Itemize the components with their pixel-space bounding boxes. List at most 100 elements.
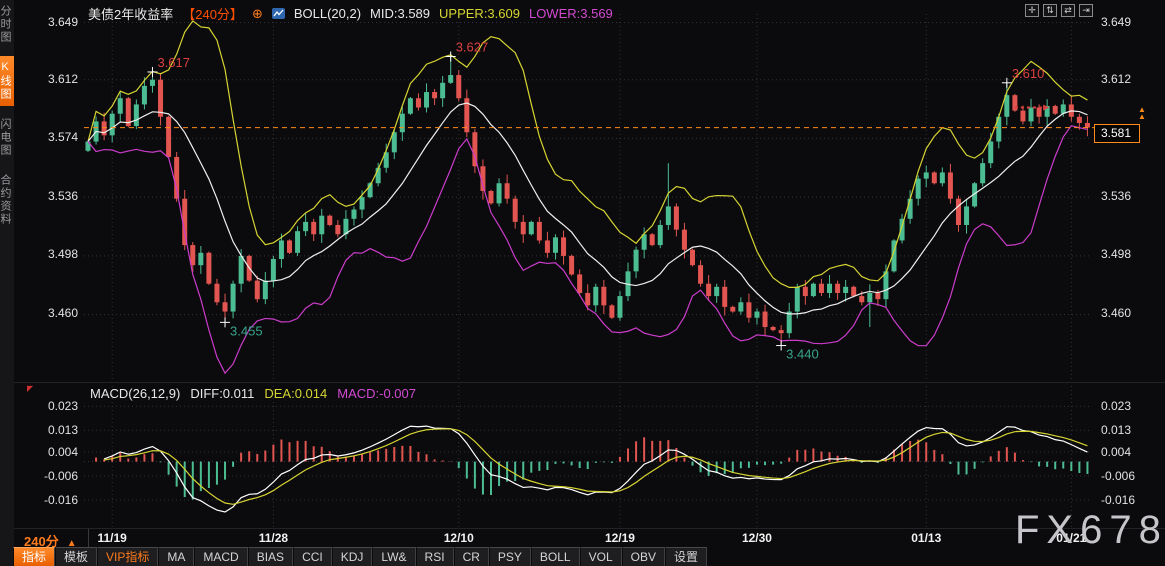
macd-axis-label: 0.013 — [1101, 423, 1161, 437]
boll-upper-line — [88, 21, 1087, 287]
extreme-price-label: 3.627 — [456, 40, 489, 55]
candle — [456, 75, 461, 98]
candle — [674, 206, 679, 229]
panel-divider[interactable] — [14, 382, 1165, 383]
candle — [811, 284, 816, 296]
macd-diff-value: DIFF:0.011 — [190, 386, 254, 401]
price-axis-label: 3.498 — [30, 247, 78, 261]
scale-x-axis-icon[interactable]: ⇄ — [1061, 4, 1075, 17]
toolbar-item-vip-indicator[interactable]: VIP指标 — [97, 547, 158, 566]
candle — [908, 199, 913, 219]
candle — [956, 199, 961, 225]
candle — [255, 281, 260, 300]
candle — [166, 117, 171, 157]
kline-app-window: 11/1911/2812/1012/1912/3001/1301/213.617… — [0, 0, 1165, 566]
chart-type-sidebar: 分时图 K线图 闪电图 合约资料 — [0, 0, 14, 566]
candle — [351, 210, 356, 219]
candle — [1020, 111, 1025, 122]
boll-lower-value: LOWER:3.569 — [529, 6, 613, 21]
boll-mid-line — [88, 103, 1087, 314]
scale-y-axis-icon[interactable]: ⇅ — [1043, 4, 1057, 17]
toolbar-item-kdj[interactable]: KDJ — [332, 547, 373, 566]
toolbar-item-psy[interactable]: PSY — [489, 547, 531, 566]
add-indicator-icon[interactable]: ⊕ — [252, 6, 263, 22]
panel-resize-handle-icon[interactable]: ◤ — [27, 384, 33, 393]
price-axis-label: 3.612 — [30, 72, 78, 86]
candle — [859, 296, 864, 302]
candle — [416, 98, 421, 107]
toolbar-item-cci[interactable]: CCI — [293, 547, 332, 566]
candle — [924, 172, 929, 178]
candle — [142, 86, 147, 105]
candle — [650, 234, 655, 245]
candle — [174, 157, 179, 199]
candle — [948, 172, 953, 198]
candle — [771, 327, 776, 330]
macd-panel — [88, 426, 1087, 512]
candle — [335, 225, 340, 234]
sidebar-item-lightning[interactable]: 闪电图 — [0, 113, 14, 162]
candle — [198, 253, 203, 265]
candle — [738, 302, 743, 311]
candle — [827, 284, 832, 293]
candle — [545, 240, 550, 252]
toolbar-item-lw[interactable]: LW& — [372, 547, 415, 566]
candle — [553, 237, 558, 252]
toolbar-item-boll[interactable]: BOLL — [531, 547, 580, 566]
candle — [609, 305, 614, 317]
candle — [287, 240, 292, 252]
toolbar-item-rsi[interactable]: RSI — [416, 547, 454, 566]
candle — [295, 231, 300, 253]
candle — [1077, 117, 1082, 123]
toolbar-item-bias[interactable]: BIAS — [248, 547, 293, 566]
candle — [666, 206, 671, 225]
candle — [714, 287, 719, 296]
candle — [803, 287, 808, 296]
toolbar-item-ma[interactable]: MA — [158, 547, 194, 566]
candle — [601, 287, 606, 306]
toolbar-item-settings[interactable]: 设置 — [665, 547, 707, 566]
boll-indicator-label: BOLL(20,2) — [294, 6, 361, 21]
macd-axis-label: 0.004 — [30, 445, 78, 459]
extreme-price-label: 3.617 — [157, 55, 190, 70]
candle — [150, 80, 155, 86]
candle — [875, 293, 880, 299]
candle — [303, 222, 308, 231]
candle — [980, 163, 985, 183]
candle — [110, 114, 115, 136]
chart-tool-buttons: ✛ ⇅ ⇄ ⇥ — [1025, 4, 1093, 17]
indicator-toolbar: 指标 模板 VIP指标 MA MACD BIAS CCI KDJ LW& RSI… — [13, 547, 707, 566]
current-price-badge: 3.581 — [1094, 124, 1140, 143]
candlestick-chart-canvas[interactable]: 11/1911/2812/1012/1912/3001/1301/213.617… — [0, 0, 1165, 566]
macd-axis-label: -0.016 — [1101, 493, 1161, 507]
candle — [795, 287, 800, 312]
toolbar-item-indicator[interactable]: 指标 — [13, 547, 55, 566]
pan-right-icon[interactable]: ⇥ — [1079, 4, 1093, 17]
toolbar-item-cr[interactable]: CR — [454, 547, 489, 566]
move-tool-icon[interactable]: ✛ — [1025, 4, 1039, 17]
toolbar-item-macd[interactable]: MACD — [194, 547, 247, 566]
candle — [521, 222, 526, 234]
toolbar-item-template[interactable]: 模板 — [55, 547, 97, 566]
candle — [206, 253, 211, 284]
toolbar-item-vol[interactable]: VOL — [580, 547, 622, 566]
price-axis-label: 3.649 — [1101, 15, 1161, 29]
candle — [327, 216, 332, 225]
candle — [408, 98, 413, 113]
macd-axis-label: 0.004 — [1101, 445, 1161, 459]
sidebar-item-timeshare[interactable]: 分时图 — [0, 0, 14, 49]
candle — [489, 191, 494, 203]
candle — [118, 98, 123, 113]
candle — [513, 199, 518, 222]
price-marker-icon: ▲▲ — [1138, 106, 1146, 120]
toolbar-item-obv[interactable]: OBV — [622, 547, 665, 566]
candle — [239, 256, 244, 284]
sidebar-item-contract-info[interactable]: 合约资料 — [0, 169, 14, 231]
sidebar-item-kline[interactable]: K线图 — [0, 56, 14, 106]
candle — [319, 216, 324, 235]
macd-axis-label: -0.006 — [1101, 469, 1161, 483]
macd-axis-label: -0.016 — [30, 493, 78, 507]
fx678-watermark: FX678 — [1015, 508, 1165, 553]
price-axis-label: 3.574 — [30, 130, 78, 144]
candle — [561, 237, 566, 256]
